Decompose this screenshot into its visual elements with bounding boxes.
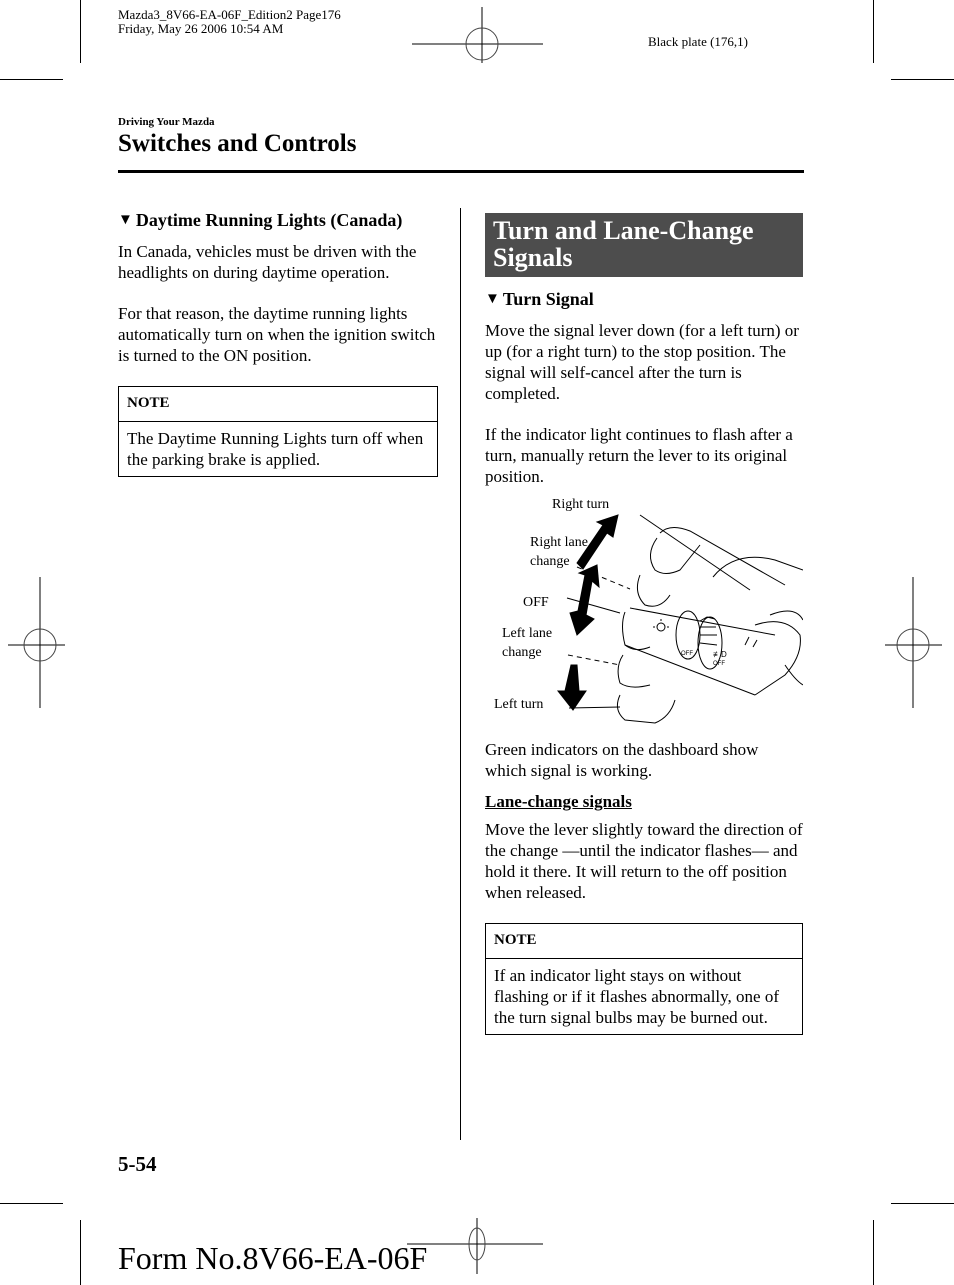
plate-label: Black plate (176,1) bbox=[648, 34, 748, 49]
crop-mark bbox=[0, 79, 63, 80]
arrow-down-large bbox=[556, 664, 587, 711]
crop-mark bbox=[891, 79, 954, 80]
crop-mark bbox=[873, 1220, 874, 1285]
right-column: Turn and Lane-Change Signals ▼ Turn Sign… bbox=[485, 213, 803, 1035]
section-banner: Turn and Lane-Change Signals bbox=[485, 213, 803, 277]
note-text: The Daytime Running Lights turn off when… bbox=[127, 429, 424, 469]
crop-mark bbox=[873, 0, 874, 63]
note-text: If an indicator light stays on without f… bbox=[494, 966, 779, 1027]
heading-text: Daytime Running Lights (Canada) bbox=[135, 210, 403, 230]
crop-mark bbox=[891, 1203, 954, 1204]
paragraph: In Canada, vehicles must be driven with … bbox=[118, 242, 417, 282]
fog-light-symbol: ≢D bbox=[713, 650, 727, 659]
print-date-line: Friday, May 26 2006 10:54 AM bbox=[118, 21, 284, 36]
paragraph: Green indicators on the dashboard show w… bbox=[485, 740, 759, 780]
page-title: Switches and Controls bbox=[118, 130, 357, 157]
print-file-line: Mazda3_8V66-EA-06F_Edition2 Page176 bbox=[118, 7, 341, 22]
crop-mark bbox=[80, 0, 81, 63]
turn-signal-lever-figure: Right turn Right lane change OFF Left la… bbox=[485, 495, 803, 725]
lane-change-heading: Lane-change signals bbox=[485, 792, 632, 811]
note-label: NOTE bbox=[119, 387, 437, 422]
crop-mark bbox=[0, 1203, 63, 1204]
paragraph: Move the signal lever down (for a left t… bbox=[485, 321, 799, 403]
paragraph: For that reason, the daytime running lig… bbox=[118, 304, 436, 365]
left-column: ▼ Daytime Running Lights (Canada) In Can… bbox=[118, 210, 438, 477]
print-info: Mazda3_8V66-EA-06F_Edition2 Page176 Frid… bbox=[118, 8, 341, 36]
column-divider bbox=[460, 208, 461, 1140]
note-label: NOTE bbox=[486, 924, 802, 959]
lever-off-text-2: OFF bbox=[713, 661, 725, 667]
turn-signal-heading: ▼ Turn Signal bbox=[485, 289, 803, 310]
down-triangle-icon: ▼ bbox=[485, 291, 500, 307]
registration-mark-right bbox=[885, 577, 942, 708]
paragraph: Move the lever slightly toward the direc… bbox=[485, 820, 803, 902]
down-triangle-icon: ▼ bbox=[118, 212, 133, 228]
note-box: NOTE If an indicator light stays on with… bbox=[485, 923, 803, 1035]
registration-mark-top bbox=[412, 7, 543, 63]
registration-mark-left bbox=[8, 577, 65, 708]
heading-text: Turn Signal bbox=[502, 289, 594, 309]
page-number: 5-54 bbox=[118, 1152, 157, 1176]
daytime-running-lights-heading: ▼ Daytime Running Lights (Canada) bbox=[118, 210, 438, 231]
crop-mark bbox=[80, 1220, 81, 1285]
arrow-up-large bbox=[576, 514, 619, 570]
note-box: NOTE The Daytime Running Lights turn off… bbox=[118, 386, 438, 477]
title-rule bbox=[118, 170, 804, 173]
lever-off-text-1: OFF bbox=[681, 651, 693, 657]
section-label: Driving Your Mazda bbox=[118, 116, 215, 128]
paragraph: If the indicator light continues to flas… bbox=[485, 425, 793, 486]
form-number: Form No.8V66-EA-06F bbox=[118, 1240, 428, 1276]
lever-illustration: OFF OFF ≢D bbox=[556, 514, 803, 724]
